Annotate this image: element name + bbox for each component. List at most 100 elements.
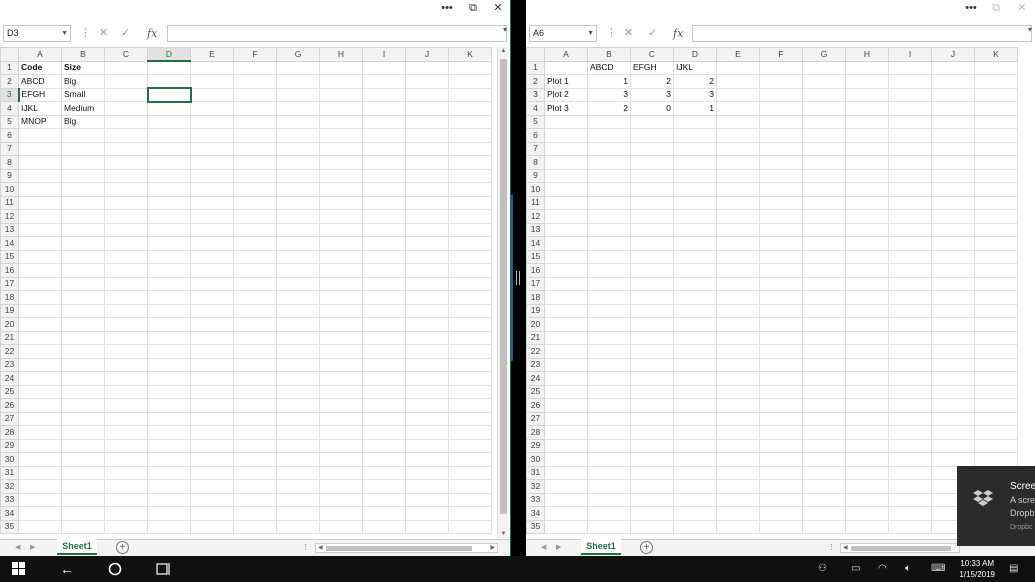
row-header[interactable]: 12: [0, 209, 19, 224]
wifi-icon[interactable]: ◠: [878, 563, 887, 575]
column-header-a[interactable]: A: [18, 47, 62, 62]
cell-c18[interactable]: [104, 290, 148, 305]
cell-g24[interactable]: [276, 371, 320, 386]
cell-k14[interactable]: [974, 236, 1018, 251]
cell-g23[interactable]: [802, 357, 846, 372]
cell-e13[interactable]: [190, 222, 234, 237]
cell-i17[interactable]: [362, 276, 406, 291]
cortana-circle-icon[interactable]: [108, 562, 122, 576]
column-header-h[interactable]: H: [845, 47, 889, 62]
cell-g34[interactable]: [802, 506, 846, 521]
keyboard-icon[interactable]: ⌨︎: [931, 563, 945, 575]
cell-j9[interactable]: [405, 168, 449, 183]
cell-d24[interactable]: [673, 371, 717, 386]
row-header[interactable]: 11: [0, 195, 19, 210]
cell-g34[interactable]: [276, 506, 320, 521]
cell-h19[interactable]: [319, 303, 363, 318]
cell-e1[interactable]: [716, 60, 760, 75]
cell-f34[interactable]: [233, 506, 277, 521]
cell-i31[interactable]: [362, 465, 406, 480]
row-header[interactable]: 21: [526, 330, 545, 345]
cell-i30[interactable]: [362, 452, 406, 467]
row-header[interactable]: 26: [526, 398, 545, 413]
cell-e19[interactable]: [716, 303, 760, 318]
cell-a30[interactable]: [544, 452, 588, 467]
cell-a10[interactable]: [544, 182, 588, 197]
cell-b33[interactable]: [61, 492, 105, 507]
cell-j4[interactable]: [405, 101, 449, 116]
cell-e26[interactable]: [190, 398, 234, 413]
cell-i16[interactable]: [362, 263, 406, 278]
row-header[interactable]: 1: [526, 60, 545, 75]
cell-f3[interactable]: [759, 87, 803, 102]
cell-a26[interactable]: [18, 398, 62, 413]
cell-k30[interactable]: [448, 452, 492, 467]
cell-c9[interactable]: [104, 168, 148, 183]
cell-f1[interactable]: [233, 60, 277, 75]
cell-j32[interactable]: [405, 479, 449, 494]
cell-a19[interactable]: [544, 303, 588, 318]
cell-c4[interactable]: 0: [630, 101, 674, 116]
cell-f31[interactable]: [759, 465, 803, 480]
cell-h33[interactable]: [319, 492, 363, 507]
cell-a13[interactable]: [18, 222, 62, 237]
cell-a7[interactable]: [544, 141, 588, 156]
cell-f23[interactable]: [233, 357, 277, 372]
cell-c25[interactable]: [104, 384, 148, 399]
cell-e35[interactable]: [716, 519, 760, 534]
cell-e34[interactable]: [716, 506, 760, 521]
cell-a19[interactable]: [18, 303, 62, 318]
cell-i20[interactable]: [888, 317, 932, 332]
cell-h8[interactable]: [319, 155, 363, 170]
cell-j30[interactable]: [931, 452, 975, 467]
cell-k18[interactable]: [974, 290, 1018, 305]
cell-d2[interactable]: 2: [673, 74, 717, 89]
cell-g17[interactable]: [276, 276, 320, 291]
cell-e33[interactable]: [716, 492, 760, 507]
cell-c24[interactable]: [104, 371, 148, 386]
cell-k33[interactable]: [448, 492, 492, 507]
column-header-i[interactable]: I: [888, 47, 932, 62]
cell-d23[interactable]: [673, 357, 717, 372]
cell-b30[interactable]: [587, 452, 631, 467]
column-header-h[interactable]: H: [319, 47, 363, 62]
cell-j6[interactable]: [405, 128, 449, 143]
cell-a22[interactable]: [544, 344, 588, 359]
cell-i34[interactable]: [362, 506, 406, 521]
row-header[interactable]: 32: [0, 479, 19, 494]
cell-b5[interactable]: [587, 114, 631, 129]
cell-g31[interactable]: [802, 465, 846, 480]
cell-d14[interactable]: [673, 236, 717, 251]
cell-g10[interactable]: [802, 182, 846, 197]
cell-k9[interactable]: [448, 168, 492, 183]
cell-d18[interactable]: [673, 290, 717, 305]
vertical-scrollbar[interactable]: ▲ ▼: [497, 47, 508, 538]
cell-h17[interactable]: [845, 276, 889, 291]
cell-h14[interactable]: [319, 236, 363, 251]
cell-e30[interactable]: [716, 452, 760, 467]
cell-e18[interactable]: [716, 290, 760, 305]
cell-c31[interactable]: [104, 465, 148, 480]
cell-a32[interactable]: [18, 479, 62, 494]
cell-d17[interactable]: [147, 276, 191, 291]
cell-c15[interactable]: [630, 249, 674, 264]
cell-i7[interactable]: [362, 141, 406, 156]
cell-a15[interactable]: [18, 249, 62, 264]
cell-g16[interactable]: [802, 263, 846, 278]
cell-h28[interactable]: [319, 425, 363, 440]
row-header[interactable]: 20: [0, 317, 19, 332]
cell-j13[interactable]: [931, 222, 975, 237]
tab-split-icon[interactable]: ⋮: [302, 543, 309, 551]
cell-h7[interactable]: [319, 141, 363, 156]
cell-f22[interactable]: [233, 344, 277, 359]
cell-c12[interactable]: [104, 209, 148, 224]
cell-e33[interactable]: [190, 492, 234, 507]
cell-j2[interactable]: [405, 74, 449, 89]
cell-j5[interactable]: [931, 114, 975, 129]
cell-c17[interactable]: [630, 276, 674, 291]
cell-j26[interactable]: [931, 398, 975, 413]
cell-c33[interactable]: [630, 492, 674, 507]
cell-b16[interactable]: [61, 263, 105, 278]
cell-a18[interactable]: [18, 290, 62, 305]
cell-k28[interactable]: [974, 425, 1018, 440]
